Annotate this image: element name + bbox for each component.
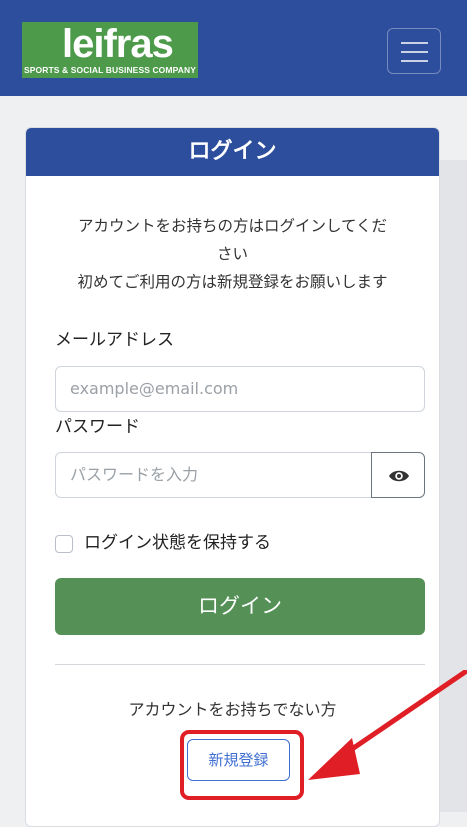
logo-subtitle: SPORTS & SOCIAL BUSINESS COMPANY [24, 65, 196, 75]
password-field[interactable]: パスワードを入力 [55, 452, 372, 498]
hamburger-menu-icon [401, 51, 428, 53]
divider [55, 664, 425, 665]
email-field[interactable]: example@email.com [55, 366, 425, 412]
arrow-annotation [308, 670, 467, 780]
remember-me-label[interactable]: ログイン状態を保持する [84, 530, 271, 556]
remember-me-checkbox[interactable] [55, 535, 73, 553]
intro-text: アカウントをお持ちの方はログインしてくだ さい 初めてご利用の方は新規登録をお願… [46, 212, 419, 296]
intro-line: 初めてご利用の方は新規登録をお願いします [77, 273, 388, 291]
top-navbar: leifras SPORTS & SOCIAL BUSINESS COMPANY [0, 0, 467, 96]
email-label: メールアドレス [55, 330, 174, 350]
intro-line: さい [216, 245, 248, 263]
register-highlight-box [180, 730, 304, 800]
toggle-password-visibility-button[interactable] [371, 452, 425, 498]
intro-line: アカウントをお持ちの方はログインしてくだ [77, 217, 388, 235]
logo-wordmark: leifras [62, 22, 174, 66]
hamburger-menu-icon [401, 60, 428, 62]
leifras-logo[interactable]: leifras SPORTS & SOCIAL BUSINESS COMPANY [22, 22, 198, 78]
login-button[interactable]: ログイン [55, 578, 425, 635]
hamburger-menu-icon [401, 42, 428, 44]
password-label: パスワード [55, 417, 140, 437]
eye-icon [389, 470, 409, 482]
menu-toggle-button[interactable] [387, 28, 441, 74]
card-title: ログイン [26, 128, 439, 176]
